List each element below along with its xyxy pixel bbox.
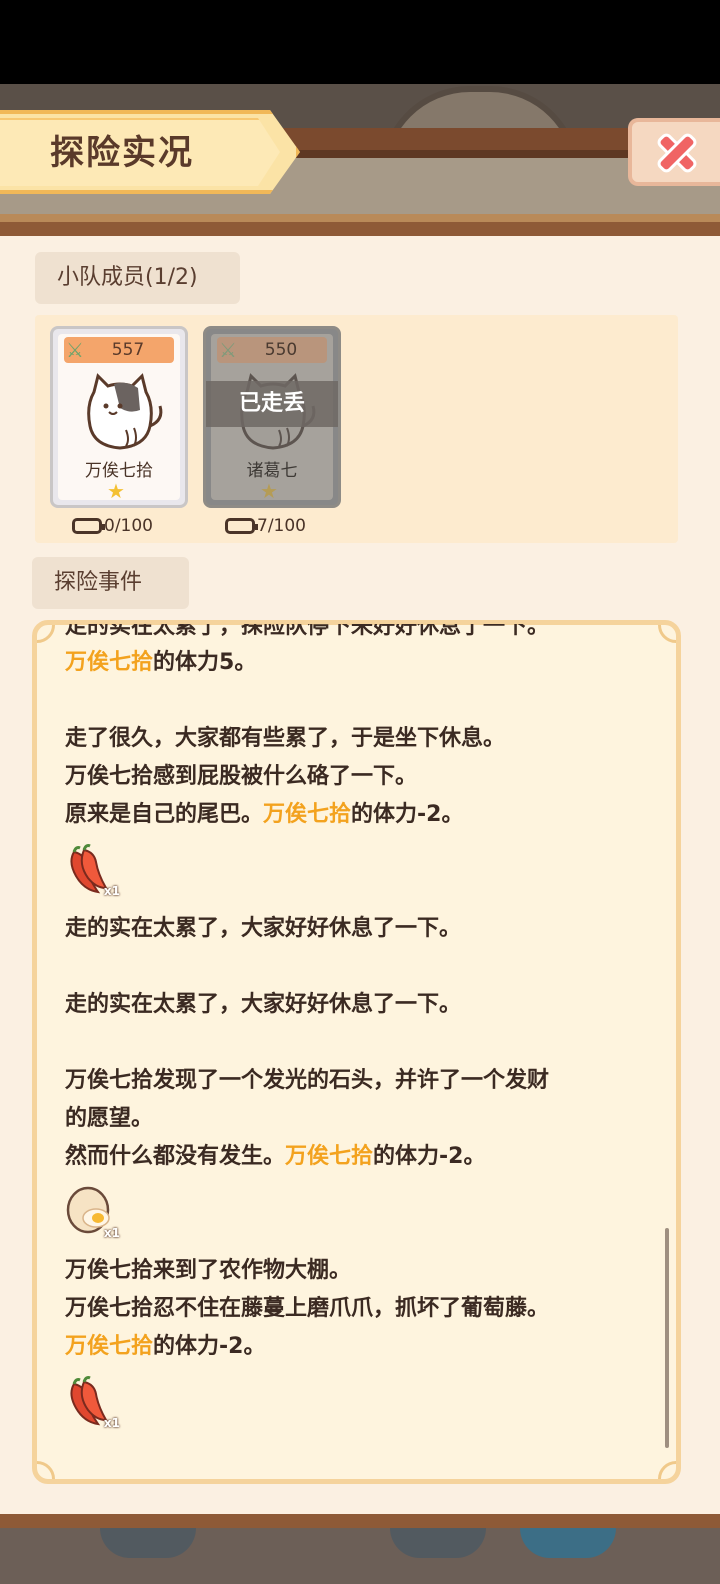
log-line: 走的实在太累了，大家好好休息了一下。 [65, 992, 462, 1017]
crossed-swords-icon: ⚔ [219, 338, 237, 362]
log-line: 万俟七拾发现了一个发光的石头，并许了一个发财 [65, 1068, 550, 1093]
egg-icon: x1 [64, 1184, 120, 1240]
footer-scene [0, 1514, 720, 1584]
member-name: 诸葛七 [246, 461, 298, 481]
log-line: 万俟七拾来到了农作物大棚。 [65, 1258, 352, 1283]
star-icon: ★ [107, 479, 125, 503]
battery-icon [72, 518, 105, 534]
log-line: 万俟七拾感到屁股被什么硌了一下。 [65, 764, 418, 789]
log-line: 走了很久，大家都有些累了，于是坐下休息。 [65, 726, 506, 751]
events-label: 探险事件 [32, 557, 189, 609]
stamina-readout: 7/100 [225, 514, 306, 538]
log-line: 然而什么都没有发生。万俟七拾的体力-2。 [65, 1144, 486, 1169]
stamina-readout: 0/100 [72, 514, 153, 538]
log-line: 的愿望。 [65, 1106, 154, 1131]
member-name: 万俟七拾 [85, 461, 153, 481]
log-scrollbar[interactable] [665, 1228, 669, 1448]
lost-status-badge: 已走丢 [206, 381, 338, 427]
log-line: 万俟七拾忍不住在藤蔓上磨爪爪，抓坏了葡萄藤。 [65, 1296, 550, 1321]
close-button[interactable] [628, 118, 720, 186]
log-line: 原来是自己的尾巴。万俟七拾的体力-2。 [65, 802, 464, 827]
chili-pepper-icon: x1 [64, 1374, 120, 1430]
log-line: 走的实在太累了，大家好好休息了一下。 [65, 916, 462, 941]
chili-pepper-icon: x1 [64, 842, 120, 898]
page-title: 探险实况 [50, 133, 194, 173]
star-icon: ★ [260, 479, 278, 503]
log-line: 万俟七拾的体力5。 [65, 650, 257, 675]
status-bar [0, 0, 720, 84]
member-card[interactable]: 550 ⚔ 诸葛七 ★ 已走丢 [203, 326, 341, 508]
log-line: 万俟七拾的体力-2。 [65, 1334, 266, 1359]
cat-avatar [87, 373, 163, 450]
crossed-swords-icon: ⚔ [66, 338, 84, 362]
battery-icon [225, 518, 258, 534]
team-members-label: 小队成员(1/2) [35, 252, 240, 304]
member-card[interactable]: 557 ⚔ 万俟七拾 ★ [50, 326, 188, 508]
close-icon [652, 128, 702, 178]
